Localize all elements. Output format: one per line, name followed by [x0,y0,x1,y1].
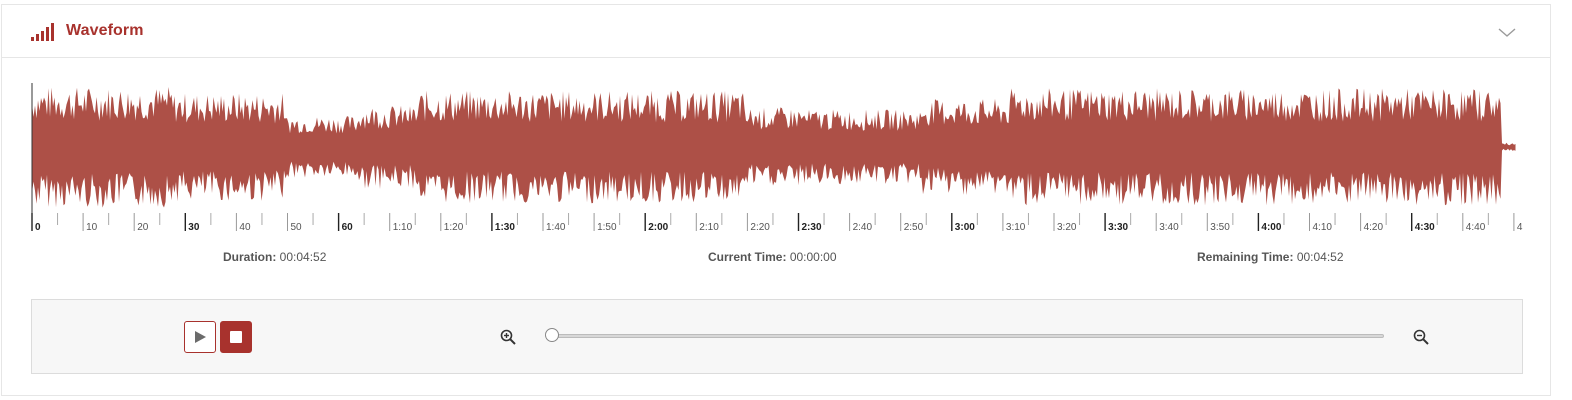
timeline-label: 40 [239,222,251,231]
timeline-label: 3:00 [955,222,975,231]
timeline-label: 30 [188,222,200,231]
panel-header[interactable]: Waveform [2,5,1550,58]
timeline-label: 4:00 [1261,222,1281,231]
timeline-label: 20 [137,222,149,231]
timeline-label: 1:20 [444,222,464,231]
zoom-slider-track[interactable] [546,334,1384,338]
timeline-label: 3:50 [1210,222,1230,231]
zoom-slider-thumb[interactable] [545,328,559,342]
zoom-in-icon[interactable] [500,329,516,345]
timeline-label: 2:40 [853,222,873,231]
timeline-label: 1:30 [495,222,515,231]
zoom-out-icon[interactable] [1413,329,1429,345]
waveform-path [32,87,1516,208]
waveform-panel: Waveform 0 10 20 30 40 50 60 1:10 1:20 1:30 1:40 1:… [1,4,1551,396]
timeline-label: 2:10 [699,222,719,231]
remaining-time-label: Remaining Time: [1197,250,1294,264]
timeline-label: 1:40 [546,222,566,231]
timeline-label: 2:50 [904,222,924,231]
play-button[interactable] [184,321,216,353]
timeline-label: 0 [35,222,41,231]
current-time-info: Current Time: 00:00:00 [708,250,837,264]
timeline-label: 3:20 [1057,222,1077,231]
timeline-label: 1:50 [597,222,617,231]
timeline-label: 2:30 [802,222,822,231]
timeline-label: 3:40 [1159,222,1179,231]
timeline-label: 2:00 [648,222,668,231]
remaining-time-value: 00:04:52 [1296,250,1344,264]
timeline-label: 10 [86,222,98,231]
timeline-label: 3:30 [1108,222,1128,231]
stop-icon [230,331,242,343]
timeline-label: 2:20 [750,222,770,231]
timeline-label: 3:10 [1006,222,1026,231]
waveform-display[interactable]: 0 10 20 30 40 50 60 1:10 1:20 1:30 1:40 1:50 2:00 2:1… [29,79,1523,231]
chevron-down-icon[interactable] [1494,21,1520,43]
duration-value: 00:04:52 [279,250,327,264]
timeline-label: 50 [291,222,303,231]
playback-controls [31,299,1523,374]
current-time-label: Current Time: [708,250,787,264]
timeline-label: 4:20 [1364,222,1384,231]
duration-info: Duration: 00:04:52 [223,250,326,264]
timeline-label: 4:30 [1415,222,1435,231]
stop-button[interactable] [220,321,252,353]
timeline-label: 4: [1517,222,1523,231]
signal-bars-icon [31,23,54,41]
timeline-label: 4:10 [1313,222,1333,231]
play-icon [195,331,206,343]
panel-title: Waveform [66,22,144,39]
duration-label: Duration: [223,250,277,264]
waveform-graph[interactable]: 0 10 20 30 40 50 60 1:10 1:20 1:30 1:40 1:50 2:00 2:1… [29,79,1523,231]
remaining-time-info: Remaining Time: 00:04:52 [1197,250,1344,264]
timeline-label: 60 [342,222,354,231]
timeline-label: 4:40 [1466,222,1486,231]
timeline-label: 1:10 [393,222,413,231]
current-time-value: 00:00:00 [789,250,837,264]
